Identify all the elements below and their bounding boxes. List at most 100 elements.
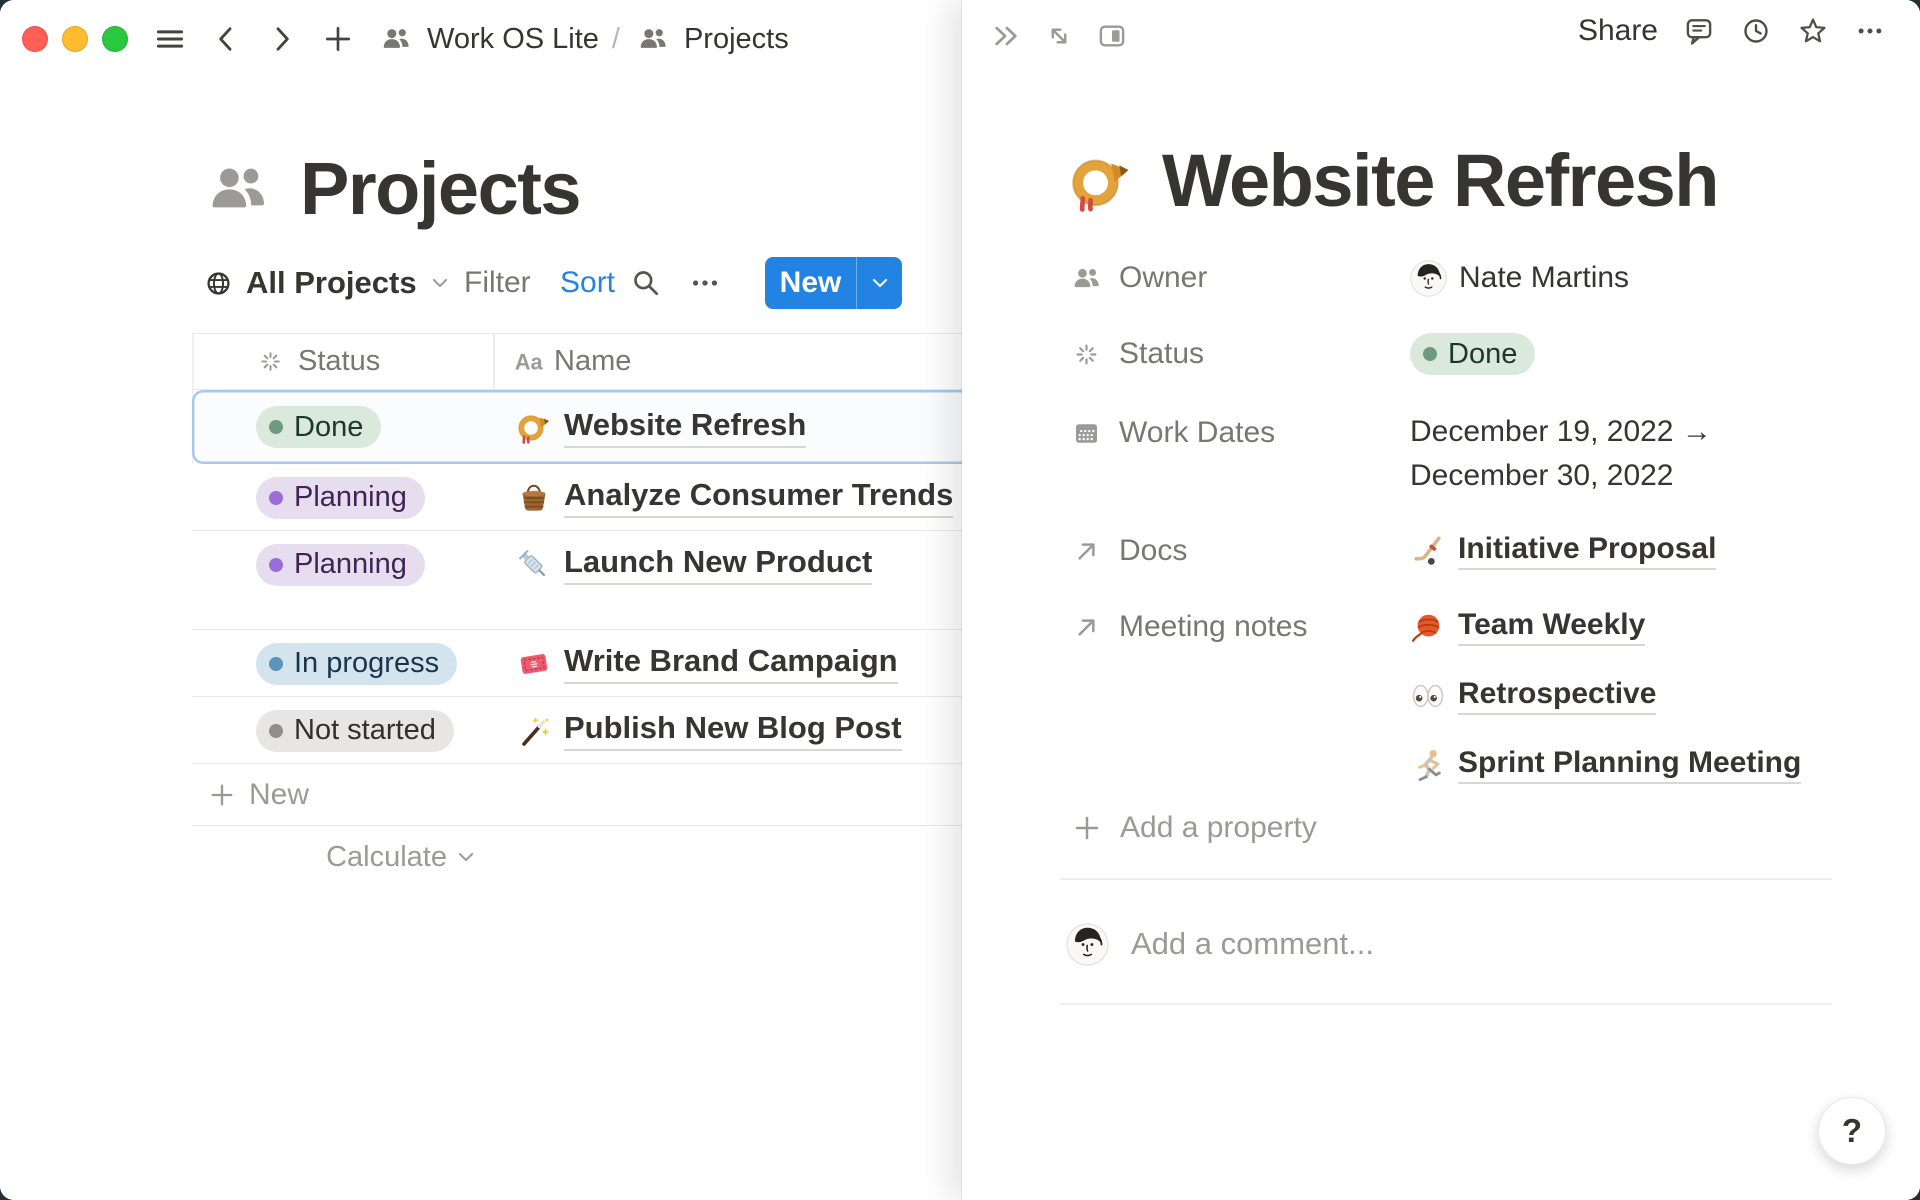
- work-dates-property-label[interactable]: Work Dates: [1072, 410, 1410, 456]
- relation-link[interactable]: Initiative Proposal: [1410, 528, 1716, 574]
- add-property-button[interactable]: Add a property: [1072, 805, 1317, 851]
- basket-icon: [514, 478, 554, 518]
- double-chevron-right-icon[interactable]: [990, 20, 1022, 52]
- expand-diagonal-icon[interactable]: [1043, 20, 1075, 52]
- svg-text:Aa: Aa: [515, 349, 544, 374]
- filter-button[interactable]: Filter: [464, 252, 531, 314]
- ticket-icon: [514, 644, 554, 684]
- status-cell[interactable]: Done: [192, 390, 493, 464]
- status-dot: [269, 491, 283, 505]
- table-row[interactable]: Not started Publish New Blog Post: [192, 697, 982, 764]
- status-cell[interactable]: Planning: [192, 531, 493, 598]
- runner-icon: [1410, 747, 1446, 783]
- view-selector[interactable]: All Projects: [203, 252, 451, 314]
- status-badge-label: Planning: [294, 548, 407, 581]
- status-badge-label: Planning: [294, 481, 407, 514]
- peek-topbar: Share: [962, 0, 1920, 70]
- people-group-icon[interactable]: [198, 158, 278, 220]
- sort-button[interactable]: Sort: [560, 252, 615, 314]
- owner-label-text: Owner: [1119, 261, 1207, 295]
- status-property-value[interactable]: Done: [1410, 331, 1535, 377]
- plus-icon[interactable]: [322, 23, 354, 55]
- ellipsis-icon[interactable]: [1854, 15, 1886, 47]
- relation-link[interactable]: Team Weekly: [1410, 604, 1801, 650]
- status-property-label[interactable]: Status: [1072, 331, 1410, 377]
- row-title-link[interactable]: Launch New Product: [564, 544, 872, 585]
- nav-icons: [154, 23, 354, 55]
- status-dot: [269, 657, 283, 671]
- relation-link-label: Sprint Planning Meeting: [1458, 746, 1801, 784]
- relation-link[interactable]: Retrospective: [1410, 673, 1801, 719]
- row-title-link[interactable]: Publish New Blog Post: [564, 710, 902, 751]
- view-more-button[interactable]: [688, 252, 726, 314]
- name-cell[interactable]: Website Refresh: [493, 390, 982, 464]
- meeting-notes-property-label[interactable]: Meeting notes: [1072, 604, 1410, 650]
- search-button[interactable]: [630, 252, 664, 314]
- side-peek-icon[interactable]: [1096, 20, 1128, 52]
- table-row[interactable]: Planning Analyze Consumer Trends: [192, 464, 982, 531]
- hockey-stick-icon: [1410, 533, 1446, 569]
- status-badge[interactable]: Done: [1410, 333, 1535, 375]
- peek-right-actions: Share: [1578, 14, 1886, 48]
- divider: [1060, 878, 1832, 880]
- owner-property-value[interactable]: Nate Martins: [1410, 255, 1629, 301]
- hamburger-icon[interactable]: [154, 23, 186, 55]
- docs-property-label[interactable]: Docs: [1072, 528, 1410, 574]
- chevron-left-icon[interactable]: [210, 23, 242, 55]
- name-cell[interactable]: Launch New Product: [493, 531, 982, 598]
- status-cell[interactable]: Not started: [192, 697, 493, 764]
- share-button[interactable]: Share: [1578, 14, 1658, 48]
- status-badge[interactable]: Planning: [256, 544, 425, 586]
- owner-property-label[interactable]: Owner: [1072, 255, 1410, 301]
- status-cell[interactable]: In progress: [192, 630, 493, 697]
- status-badge[interactable]: In progress: [256, 643, 457, 685]
- calculate-button[interactable]: Calculate: [192, 826, 493, 888]
- table-new-row-button[interactable]: New: [192, 765, 982, 826]
- name-cell[interactable]: Write Brand Campaign: [493, 630, 982, 697]
- status-column-header[interactable]: Status: [192, 334, 493, 389]
- zoom-window-button[interactable]: [102, 26, 128, 52]
- avatar: [1410, 260, 1447, 297]
- page-title[interactable]: Projects: [300, 146, 580, 231]
- new-button-dropdown[interactable]: [856, 257, 902, 309]
- row-title-link[interactable]: Website Refresh: [564, 407, 806, 448]
- status-badge[interactable]: Planning: [256, 477, 425, 519]
- relation-link[interactable]: Sprint Planning Meeting: [1410, 742, 1801, 788]
- comment-input-row[interactable]: Add a comment...: [1066, 916, 1374, 972]
- status-badge[interactable]: Done: [256, 406, 381, 448]
- work-dates-property-value[interactable]: December 19, 2022 → December 30, 2022: [1410, 410, 1712, 498]
- minimize-window-button[interactable]: [62, 26, 88, 52]
- breadcrumb-page[interactable]: Projects: [684, 23, 789, 56]
- peek-page-title[interactable]: Website Refresh: [1162, 138, 1718, 223]
- calendar-icon: [1072, 419, 1101, 448]
- clock-icon[interactable]: [1740, 15, 1772, 47]
- new-button[interactable]: New: [765, 257, 856, 309]
- name-cell[interactable]: Publish New Blog Post: [493, 697, 982, 764]
- plus-icon: [208, 781, 236, 809]
- table-row[interactable]: In progress Write Brand Campaign: [192, 630, 982, 697]
- comment-bubble-icon[interactable]: [1683, 15, 1715, 47]
- name-column-header[interactable]: Aa Name: [493, 334, 982, 389]
- chevron-right-icon[interactable]: [266, 23, 298, 55]
- breadcrumb-workspace[interactable]: Work OS Lite: [427, 23, 599, 56]
- star-icon[interactable]: [1797, 15, 1829, 47]
- status-cell[interactable]: Planning: [192, 464, 493, 531]
- table-row[interactable]: Done Website Refresh: [192, 390, 982, 464]
- help-button[interactable]: ?: [1818, 1097, 1886, 1165]
- relation-link-label: Team Weekly: [1458, 608, 1645, 646]
- meeting-notes-label-text: Meeting notes: [1119, 610, 1307, 644]
- close-window-button[interactable]: [22, 26, 48, 52]
- property-row-docs: Docs Initiative Proposal: [1072, 528, 1716, 574]
- postal-horn-icon[interactable]: [1066, 146, 1136, 216]
- name-cell[interactable]: Analyze Consumer Trends: [493, 464, 982, 531]
- comment-input[interactable]: Add a comment...: [1131, 926, 1374, 962]
- work-dates-line1: December 19, 2022 →: [1410, 410, 1712, 454]
- status-badge-label: Done: [294, 411, 363, 444]
- arrow-up-right-icon: [1072, 613, 1101, 642]
- owner-name: Nate Martins: [1459, 261, 1629, 295]
- page-title-row: Projects: [198, 146, 580, 231]
- table-row[interactable]: Planning Launch New Product: [192, 531, 982, 630]
- row-title-link[interactable]: Analyze Consumer Trends: [564, 477, 953, 518]
- row-title-link[interactable]: Write Brand Campaign: [564, 643, 898, 684]
- status-badge[interactable]: Not started: [256, 710, 454, 752]
